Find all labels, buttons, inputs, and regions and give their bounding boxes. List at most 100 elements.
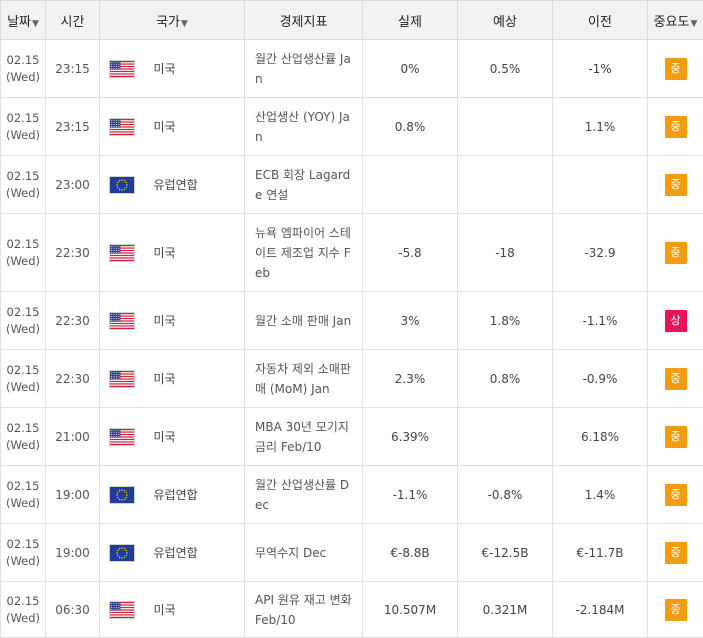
importance-badge: 중 (665, 542, 687, 564)
table-row[interactable]: 02.15(Wed) 22:30 미국 자동차 제외 소매판매 (MoM) Ja… (1, 350, 703, 408)
actual-cell: -5.8 (363, 214, 458, 292)
weekday-text: (Wed) (1, 185, 45, 202)
us-flag-icon (110, 313, 134, 329)
flag-cell (100, 466, 145, 524)
previous-cell: €-11.7B (553, 524, 648, 582)
importance-cell: 중 (648, 156, 703, 214)
forecast-cell (458, 408, 553, 466)
importance-cell: 중 (648, 582, 703, 638)
forecast-cell: 0.321M (458, 582, 553, 638)
indicator-cell[interactable]: 뉴욕 엠파이어 스테이트 제조업 지수 Feb (245, 214, 363, 292)
table-row[interactable]: 02.15(Wed) 21:00 미국 MBA 30년 모기지 금리 Feb/1… (1, 408, 703, 466)
importance-badge: 상 (665, 310, 687, 332)
country-cell: 미국 (145, 408, 245, 466)
country-cell: 미국 (145, 214, 245, 292)
country-cell: 미국 (145, 98, 245, 156)
indicator-cell[interactable]: ECB 회장 Lagarde 연설 (245, 156, 363, 214)
weekday-text: (Wed) (1, 610, 45, 627)
previous-cell: 1.4% (553, 466, 648, 524)
filter-caret-icon: ▼ (690, 19, 697, 29)
importance-badge: 중 (665, 484, 687, 506)
actual-cell: 0% (363, 40, 458, 98)
importance-badge: 중 (665, 58, 687, 80)
date-cell: 02.15(Wed) (1, 466, 46, 524)
indicator-cell[interactable]: 무역수지 Dec (245, 524, 363, 582)
actual-cell: 6.39% (363, 408, 458, 466)
flag-cell (100, 214, 145, 292)
indicator-cell[interactable]: 월간 산업생산률 Dec (245, 466, 363, 524)
indicator-cell[interactable]: MBA 30년 모기지 금리 Feb/10 (245, 408, 363, 466)
previous-cell: -1.1% (553, 292, 648, 350)
time-cell: 22:30 (46, 292, 100, 350)
table-row[interactable]: 02.15(Wed) 22:30 미국 뉴욕 엠파이어 스테이트 제조업 지수 … (1, 214, 703, 292)
country-cell: 미국 (145, 350, 245, 408)
eu-flag-icon (110, 545, 134, 561)
importance-badge: 중 (665, 174, 687, 196)
importance-badge: 중 (665, 599, 687, 621)
importance-badge: 중 (665, 116, 687, 138)
previous-cell: -1% (553, 40, 648, 98)
actual-cell (363, 156, 458, 214)
forecast-cell: 0.5% (458, 40, 553, 98)
weekday-text: (Wed) (1, 495, 45, 512)
flag-cell (100, 582, 145, 638)
weekday-text: (Wed) (1, 437, 45, 454)
time-cell: 21:00 (46, 408, 100, 466)
importance-cell: 중 (648, 408, 703, 466)
flag-cell (100, 350, 145, 408)
country-cell: 미국 (145, 40, 245, 98)
forecast-cell: -0.8% (458, 466, 553, 524)
date-text: 02.15 (1, 304, 45, 321)
forecast-cell (458, 156, 553, 214)
actual-cell: 0.8% (363, 98, 458, 156)
date-cell: 02.15(Wed) (1, 582, 46, 638)
date-text: 02.15 (1, 236, 45, 253)
time-cell: 22:30 (46, 350, 100, 408)
time-cell: 19:00 (46, 466, 100, 524)
economic-calendar-table: 날짜▼ 시간 국가▼ 경제지표 실제 예상 이전 중요도▼ 02.15(Wed)… (0, 0, 703, 638)
column-header-date-label: 날짜 (7, 15, 31, 30)
weekday-text: (Wed) (1, 69, 45, 86)
column-header-actual-label: 실제 (398, 15, 422, 30)
table-row[interactable]: 02.15(Wed) 22:30 미국 월간 소매 판매 Jan 3% 1.8%… (1, 292, 703, 350)
table-row[interactable]: 02.15(Wed) 06:30 미국 API 원유 재고 변화 Feb/10 … (1, 582, 703, 638)
column-header-indicator-label: 경제지표 (280, 15, 328, 30)
country-cell: 유럽연합 (145, 524, 245, 582)
indicator-cell[interactable]: API 원유 재고 변화 Feb/10 (245, 582, 363, 638)
us-flag-icon (110, 245, 134, 261)
us-flag-icon (110, 61, 134, 77)
indicator-cell[interactable]: 월간 산업생산률 Jan (245, 40, 363, 98)
date-text: 02.15 (1, 168, 45, 185)
indicator-cell[interactable]: 월간 소매 판매 Jan (245, 292, 363, 350)
column-header-forecast-label: 예상 (493, 15, 517, 30)
weekday-text: (Wed) (1, 379, 45, 396)
indicator-cell[interactable]: 산업생산 (YOY) Jan (245, 98, 363, 156)
importance-cell: 중 (648, 40, 703, 98)
importance-cell: 중 (648, 524, 703, 582)
filter-caret-icon: ▼ (181, 19, 188, 29)
column-header-country[interactable]: 국가▼ (100, 1, 245, 40)
previous-cell: 1.1% (553, 98, 648, 156)
table-row[interactable]: 02.15(Wed) 23:00 유럽연합 ECB 회장 Lagarde 연설 … (1, 156, 703, 214)
country-cell: 미국 (145, 582, 245, 638)
table-row[interactable]: 02.15(Wed) 23:15 미국 월간 산업생산률 Jan 0% 0.5%… (1, 40, 703, 98)
actual-cell: 2.3% (363, 350, 458, 408)
table-row[interactable]: 02.15(Wed) 19:00 유럽연합 무역수지 Dec €-8.8B €-… (1, 524, 703, 582)
us-flag-icon (110, 602, 134, 618)
date-text: 02.15 (1, 420, 45, 437)
indicator-cell[interactable]: 자동차 제외 소매판매 (MoM) Jan (245, 350, 363, 408)
date-cell: 02.15(Wed) (1, 408, 46, 466)
column-header-importance[interactable]: 중요도▼ (648, 1, 703, 40)
table-row[interactable]: 02.15(Wed) 19:00 유럽연합 월간 산업생산률 Dec -1.1%… (1, 466, 703, 524)
flag-cell (100, 98, 145, 156)
importance-badge: 중 (665, 368, 687, 390)
date-cell: 02.15(Wed) (1, 524, 46, 582)
time-cell: 19:00 (46, 524, 100, 582)
column-header-importance-label: 중요도 (654, 15, 690, 30)
column-header-date[interactable]: 날짜▼ (1, 1, 46, 40)
forecast-cell: -18 (458, 214, 553, 292)
importance-cell: 중 (648, 98, 703, 156)
importance-cell: 중 (648, 350, 703, 408)
table-row[interactable]: 02.15(Wed) 23:15 미국 산업생산 (YOY) Jan 0.8% … (1, 98, 703, 156)
column-header-forecast: 예상 (458, 1, 553, 40)
